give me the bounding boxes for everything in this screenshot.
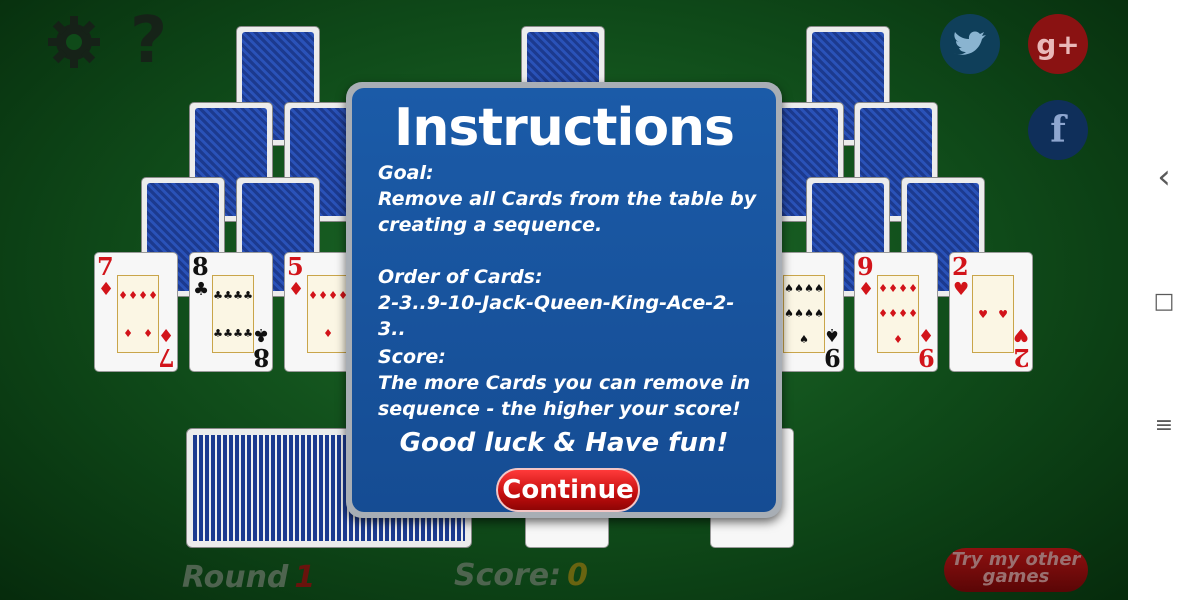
card-suit: ♠ xyxy=(823,324,840,345)
card-rank: 7 xyxy=(97,252,114,281)
gear-icon[interactable] xyxy=(44,12,104,72)
back-glyph: ‹ xyxy=(1157,157,1171,197)
google-plus-label: g+ xyxy=(1036,27,1080,61)
score-display: Score: 0 xyxy=(454,558,588,593)
try-other-games-label: Try my other games xyxy=(951,549,1081,587)
goal-text: Remove all Cards from the table by creat… xyxy=(378,188,757,236)
continue-label: Continue xyxy=(502,475,634,505)
home-icon[interactable]: □ xyxy=(1149,286,1179,316)
dialog-title: Instructions xyxy=(393,98,735,158)
round-label: Round xyxy=(182,560,289,595)
round-display: Round 1 xyxy=(182,560,315,595)
order-heading: Order of Cards: xyxy=(378,266,543,288)
card-rank: 9 xyxy=(824,343,841,372)
back-icon[interactable]: ‹ xyxy=(1149,157,1179,197)
instructions-dialog: Instructions Goal: Remove all Cards from… xyxy=(346,82,782,518)
table-card[interactable]: 2 ♥ ♥ ♥ ♥ 2 xyxy=(949,252,1033,372)
card-pips: ♦ ♦ ♦ ♦ ♦ ♦ xyxy=(117,275,159,353)
facebook-label: f xyxy=(1050,109,1066,151)
round-value: 1 xyxy=(294,560,316,595)
card-rank: 7 xyxy=(158,343,175,372)
card-rank: 8 xyxy=(253,343,270,372)
table-card[interactable]: 7 ♦ ♦ ♦ ♦ ♦ ♦ ♦ ♦ 7 xyxy=(94,252,178,372)
good-luck-text: Good luck & Have fun! xyxy=(399,428,729,458)
instructions-panel: Instructions Goal: Remove all Cards from… xyxy=(352,88,776,512)
card-pips: ♠ ♠ ♠ ♠ ♠ ♠ ♠ ♠ ♠ xyxy=(783,275,825,353)
card-rank: 5 xyxy=(287,252,304,281)
card-rank: 2 xyxy=(952,252,969,281)
score-value: 0 xyxy=(567,558,589,593)
card-suit: ♦ xyxy=(98,279,115,300)
card-suit: ♥ xyxy=(953,279,970,300)
goal-heading: Goal: xyxy=(378,162,434,184)
card-rank: 2 xyxy=(1013,343,1030,372)
card-suit: ♣ xyxy=(252,324,269,345)
card-pips: ♣ ♣ ♣ ♣ ♣ ♣ ♣ ♣ xyxy=(212,275,254,353)
continue-button[interactable]: Continue xyxy=(496,468,640,512)
system-nav-bar: ‹ □ ≡ xyxy=(1128,0,1200,600)
score-label: Score: xyxy=(454,558,562,593)
table-card[interactable]: 8 ♣ ♣ ♣ ♣ ♣ ♣ ♣ ♣ ♣ ♣ 8 xyxy=(189,252,273,372)
menu-glyph: ≡ xyxy=(1154,412,1174,438)
card-suit: ♦ xyxy=(288,279,305,300)
card-pips: ♥ ♥ xyxy=(972,275,1014,353)
card-pips: ♦ ♦ ♦ ♦ ♦ xyxy=(307,275,349,353)
order-text: 2-3..9-10-Jack-Queen-King-Ace-2-3.. xyxy=(378,292,735,340)
score-heading: Score: xyxy=(378,346,446,368)
card-suit: ♥ xyxy=(1012,324,1029,345)
card-rank: 9 xyxy=(918,343,935,372)
game-table: ? g+ f 7 ♦ ♦ ♦ ♦ ♦ ♦ ♦ ♦ 7 8 ♣ ♣ ♣ ♣ ♣ ♣ ♣ ♣ ♣ ♣ 8 5… xyxy=(0,0,1128,600)
help-icon[interactable]: ? xyxy=(130,6,174,76)
card-suit: ♣ xyxy=(193,279,210,300)
google-plus-icon[interactable]: g+ xyxy=(1028,14,1088,74)
card-suit: ♦ xyxy=(917,324,934,345)
card-suit: ♦ xyxy=(157,324,174,345)
facebook-icon[interactable]: f xyxy=(1028,100,1088,160)
twitter-icon[interactable] xyxy=(940,14,1000,74)
card-rank: 9 xyxy=(857,252,874,281)
card-suit: ♦ xyxy=(858,279,875,300)
card-pips: ♦ ♦ ♦ ♦ ♦ ♦ ♦ ♦ ♦ xyxy=(877,275,919,353)
home-glyph: □ xyxy=(1153,288,1175,314)
menu-icon[interactable]: ≡ xyxy=(1149,410,1179,440)
table-card[interactable]: 9 ♦ ♦ ♦ ♦ ♦ ♦ ♦ ♦ ♦ ♦ ♦ 9 xyxy=(854,252,938,372)
score-text: The more Cards you can remove in sequenc… xyxy=(378,372,751,420)
card-rank: 8 xyxy=(192,252,209,281)
try-other-games-button[interactable]: Try my other games xyxy=(944,548,1088,592)
